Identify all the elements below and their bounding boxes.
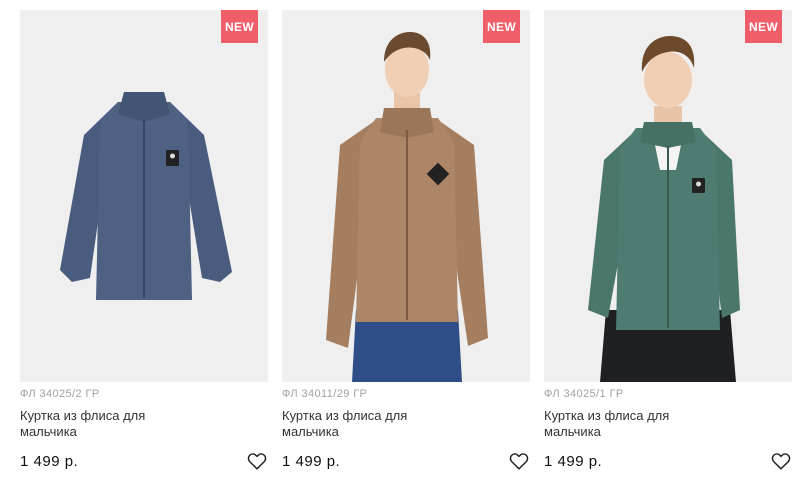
heart-icon	[771, 453, 791, 470]
navy-fleece-jacket-photo	[20, 10, 268, 382]
product-grid: NEW ФЛ 34025/2 ГР Куртка из флиса для ма…	[0, 0, 800, 477]
product-price: 1 499 р.	[20, 453, 79, 470]
product-title[interactable]: Куртка из флиса для мальчика	[20, 408, 190, 440]
favorite-button[interactable]	[246, 450, 268, 472]
product-price: 1 499 р.	[282, 453, 341, 470]
product-title[interactable]: Куртка из флиса для мальчика	[282, 408, 452, 440]
green-fleece-jacket-model-photo	[544, 10, 792, 382]
product-sku: ФЛ 34025/1 ГР	[544, 388, 624, 400]
beige-fleece-jacket-model-photo	[282, 10, 530, 382]
new-badge: NEW	[745, 10, 782, 43]
product-card[interactable]: NEW ФЛ 34011/29 ГР Куртка из флиса для м…	[282, 10, 530, 477]
product-image[interactable]: NEW	[544, 10, 792, 382]
favorite-button[interactable]	[508, 450, 530, 472]
product-price: 1 499 р.	[544, 453, 603, 470]
product-sku: ФЛ 34025/2 ГР	[20, 388, 100, 400]
product-sku: ФЛ 34011/29 ГР	[282, 388, 368, 400]
product-card[interactable]: NEW ФЛ 34025/2 ГР Куртка из флиса для ма…	[20, 10, 268, 477]
product-card[interactable]: NEW ФЛ 34025/1 ГР Куртка из флиса для ма…	[544, 10, 792, 477]
product-image[interactable]: NEW	[282, 10, 530, 382]
favorite-button[interactable]	[770, 450, 792, 472]
heart-icon	[509, 453, 529, 470]
new-badge: NEW	[221, 10, 258, 43]
product-image[interactable]: NEW	[20, 10, 268, 382]
heart-icon	[247, 453, 267, 470]
product-title[interactable]: Куртка из флиса для мальчика	[544, 408, 714, 440]
new-badge: NEW	[483, 10, 520, 43]
